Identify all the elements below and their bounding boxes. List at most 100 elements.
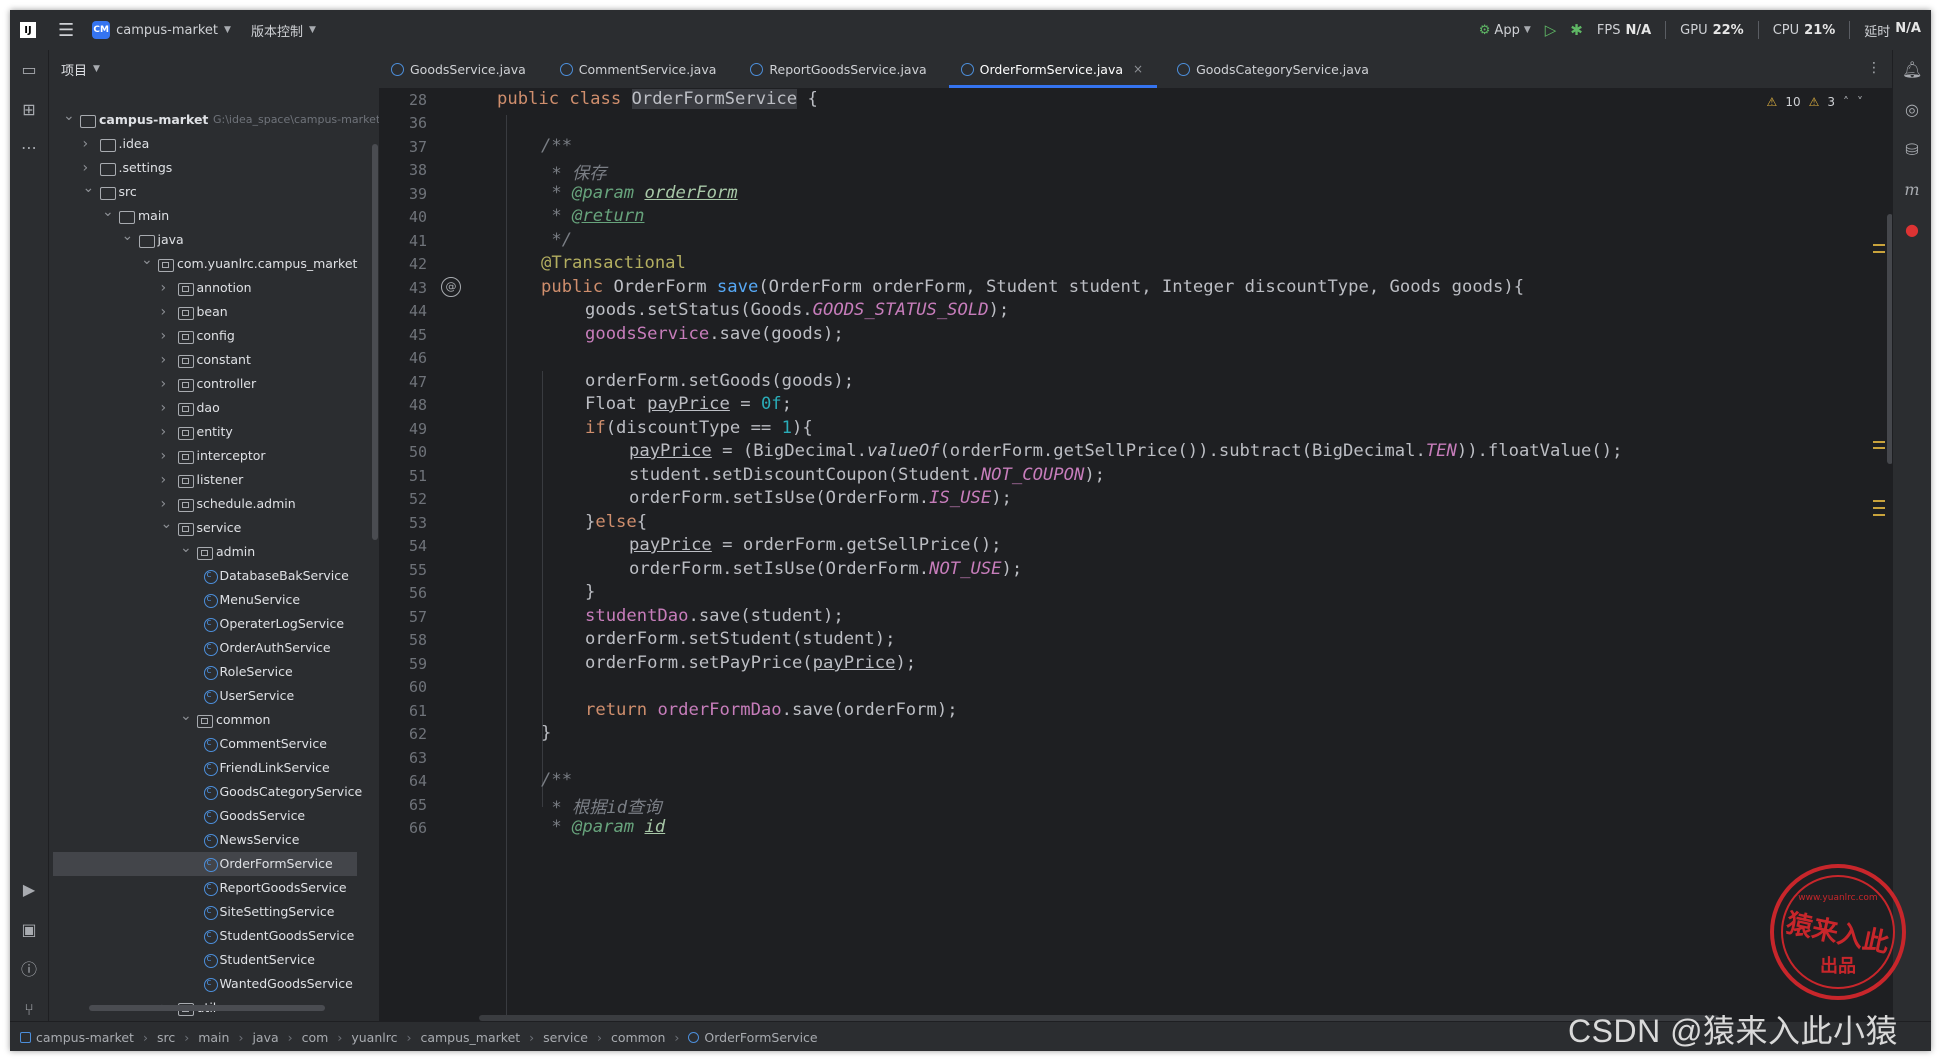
tree-item-newsservice[interactable]: NewsService bbox=[49, 827, 379, 852]
tree-item-schedule-admin[interactable]: › schedule.admin bbox=[49, 492, 379, 516]
tree-item-annotion[interactable]: › annotion bbox=[49, 276, 379, 300]
chevron-right-icon[interactable]: › bbox=[161, 276, 173, 300]
chevron-down-icon[interactable]: ˅ bbox=[1857, 95, 1863, 109]
tree-item-studentgoodsservice[interactable]: StudentGoodsService bbox=[49, 923, 379, 948]
main-menu-button[interactable]: ☰ bbox=[58, 20, 74, 41]
implement-marker-icon[interactable]: @ bbox=[441, 277, 461, 297]
editor-tab[interactable]: GoodsService.java bbox=[379, 50, 540, 88]
terminal-icon[interactable]: ▣ bbox=[19, 920, 39, 940]
chevron-down-icon[interactable]: ⌄ bbox=[180, 536, 192, 560]
tree-item-wantedgoodsservice[interactable]: WantedGoodsService bbox=[49, 971, 379, 996]
vcs-menu[interactable]: 版本控制 ▼ bbox=[251, 21, 316, 40]
breadcrumb-item[interactable]: campus-market bbox=[36, 1030, 134, 1045]
tree-item-goodsservice[interactable]: GoodsService bbox=[49, 803, 379, 828]
warning-stripe[interactable] bbox=[1873, 507, 1885, 509]
tree-item-entity[interactable]: › entity bbox=[49, 420, 379, 444]
breadcrumb-item[interactable]: com bbox=[302, 1030, 329, 1045]
tree-item-goodscategoryservice[interactable]: GoodsCategoryService bbox=[49, 779, 379, 804]
project-panel-header[interactable]: 项目 ▼ bbox=[49, 50, 379, 88]
tree-item-orderauthservice[interactable]: OrderAuthService bbox=[49, 635, 379, 660]
services-icon[interactable]: ▶ bbox=[19, 880, 39, 900]
chevron-right-icon[interactable]: › bbox=[161, 372, 173, 396]
tree-item-src[interactable]: ⌄ src bbox=[49, 180, 379, 204]
tree-item-controller[interactable]: › controller bbox=[49, 372, 379, 396]
project-folder-icon[interactable]: ▭ bbox=[19, 60, 39, 80]
tree-item--settings[interactable]: › .settings bbox=[49, 156, 379, 180]
tree-item-common[interactable]: ⌄ common bbox=[49, 708, 379, 732]
warning-stripe[interactable] bbox=[1873, 441, 1885, 443]
tree-item-listener[interactable]: › listener bbox=[49, 468, 379, 492]
plugin-icon[interactable]: ● bbox=[1902, 220, 1922, 240]
problems-icon[interactable]: ⓘ bbox=[19, 960, 39, 980]
warning-stripe[interactable] bbox=[1873, 251, 1885, 253]
structure-icon[interactable]: ⊞ bbox=[19, 100, 39, 120]
ai-assistant-icon[interactable]: ◎ bbox=[1902, 100, 1922, 120]
chevron-right-icon[interactable]: › bbox=[161, 420, 173, 444]
tree-item-service[interactable]: ⌄ service bbox=[49, 516, 379, 540]
breadcrumb-item[interactable]: main bbox=[198, 1030, 229, 1045]
tree-item-interceptor[interactable]: › interceptor bbox=[49, 444, 379, 468]
tree-item-friendlinkservice[interactable]: FriendLinkService bbox=[49, 755, 379, 780]
editor-tab[interactable]: GoodsCategoryService.java bbox=[1165, 50, 1383, 88]
chevron-down-icon[interactable]: ⌄ bbox=[102, 200, 114, 224]
breadcrumb-item[interactable]: campus_market bbox=[420, 1030, 520, 1045]
maven-icon[interactable]: m bbox=[1902, 180, 1922, 200]
project-switcher[interactable]: CM campus-market ▼ bbox=[92, 21, 231, 39]
chevron-right-icon[interactable]: › bbox=[161, 396, 173, 420]
tree-item-roleservice[interactable]: RoleService bbox=[49, 659, 379, 684]
tree-item-main[interactable]: ⌄ main bbox=[49, 204, 379, 228]
git-icon[interactable]: ⑂ bbox=[19, 1000, 39, 1020]
chevron-right-icon[interactable]: › bbox=[161, 300, 173, 324]
project-tree-hscrollbar[interactable] bbox=[89, 1005, 325, 1011]
run-icon[interactable]: ▷ bbox=[1545, 21, 1557, 39]
warning-stripe[interactable] bbox=[1873, 447, 1885, 449]
chevron-down-icon[interactable]: ⌄ bbox=[83, 176, 95, 200]
tree-item-dao[interactable]: › dao bbox=[49, 396, 379, 420]
more-vertical-icon[interactable]: ⋮ bbox=[1867, 60, 1881, 76]
breadcrumb-item[interactable]: src bbox=[157, 1030, 175, 1045]
tree-item-studentservice[interactable]: StudentService bbox=[49, 947, 379, 972]
warning-stripe[interactable] bbox=[1873, 500, 1885, 502]
tree-item-userservice[interactable]: UserService bbox=[49, 683, 379, 708]
chevron-down-icon[interactable]: ⌄ bbox=[141, 248, 153, 272]
breadcrumb-item[interactable]: service bbox=[543, 1030, 588, 1045]
database-icon[interactable]: ⛁ bbox=[1902, 140, 1922, 160]
warning-stripe[interactable] bbox=[1873, 514, 1885, 516]
tree-item-config[interactable]: › config bbox=[49, 324, 379, 348]
chevron-down-icon[interactable]: ⌄ bbox=[180, 704, 192, 728]
tree-item-reportgoodsservice[interactable]: ReportGoodsService bbox=[49, 875, 379, 900]
breadcrumb-item[interactable]: yuanlrc bbox=[351, 1030, 397, 1045]
tree-item-java[interactable]: ⌄ java bbox=[49, 228, 379, 252]
chevron-right-icon[interactable]: › bbox=[161, 468, 173, 492]
tree-item-campus-market[interactable]: ⌄ campus-market G:\idea_space\campus-marke… bbox=[49, 108, 380, 132]
code-editor[interactable]: 28 36 37 38 39 40 41 42 43 44 45 46 47 48 49 50 51 52 53 54… bbox=[379, 89, 1893, 1021]
tree-item-operaterlogservice[interactable]: OperaterLogService bbox=[49, 611, 379, 636]
chevron-down-icon[interactable]: ⌄ bbox=[122, 224, 134, 248]
breadcrumb-item[interactable]: common bbox=[611, 1030, 665, 1045]
warning-stripe[interactable] bbox=[1873, 244, 1885, 246]
chevron-up-icon[interactable]: ˄ bbox=[1843, 95, 1849, 109]
tree-item--idea[interactable]: › .idea bbox=[49, 132, 379, 156]
editor-tab[interactable]: OrderFormService.java × bbox=[948, 50, 1158, 88]
editor-tab[interactable]: CommentService.java bbox=[548, 50, 731, 88]
notifications-icon[interactable]: 🔔︎ bbox=[1902, 60, 1922, 80]
editor-tab[interactable]: ReportGoodsService.java bbox=[738, 50, 940, 88]
tree-item-databasebakservice[interactable]: DatabaseBakService bbox=[49, 563, 379, 588]
close-icon[interactable]: × bbox=[1133, 62, 1143, 76]
breadcrumb-item[interactable]: java bbox=[252, 1030, 278, 1045]
chevron-down-icon[interactable]: ⌄ bbox=[63, 104, 75, 128]
tree-item-admin[interactable]: ⌄ admin bbox=[49, 540, 379, 564]
tree-item-orderformservice[interactable]: OrderFormService bbox=[53, 851, 357, 876]
tree-item-bean[interactable]: › bean bbox=[49, 300, 379, 324]
chevron-down-icon[interactable]: ⌄ bbox=[161, 512, 173, 536]
chevron-right-icon[interactable]: › bbox=[161, 324, 173, 348]
breadcrumb-item[interactable]: OrderFormService bbox=[704, 1030, 817, 1045]
more-tools-icon[interactable]: ⋯ bbox=[19, 138, 39, 158]
inspection-widget[interactable]: ⚠ 10 ⚠ 3 ˄ ˅ bbox=[1767, 95, 1863, 109]
tree-item-commentservice[interactable]: CommentService bbox=[49, 731, 379, 756]
tree-item-sitesettingservice[interactable]: SiteSettingService bbox=[49, 899, 379, 924]
tree-item-com-yuanlrc-campus-market[interactable]: ⌄ com.yuanlrc.campus_market bbox=[49, 252, 379, 276]
chevron-right-icon[interactable]: › bbox=[83, 132, 95, 156]
project-tree-scrollbar[interactable] bbox=[372, 144, 378, 540]
debug-icon[interactable]: ✱ bbox=[1570, 21, 1583, 39]
